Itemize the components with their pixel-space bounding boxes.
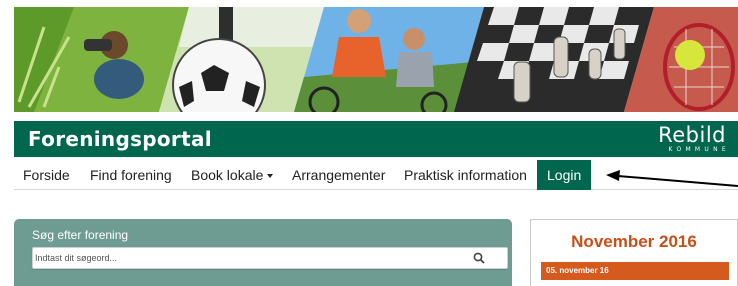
caret-down-icon bbox=[267, 174, 274, 179]
logo-subtitle: KOMMUNE bbox=[668, 146, 730, 153]
search-icon[interactable] bbox=[473, 252, 485, 264]
nav-item-label: Login bbox=[547, 167, 582, 183]
nav-item-label: Forside bbox=[23, 167, 70, 183]
nav-item-book-lokale[interactable]: Book lokale bbox=[191, 160, 274, 190]
nav-item-arrangementer[interactable]: Arrangementer bbox=[292, 160, 385, 190]
nav-item-label: Find forening bbox=[90, 167, 172, 183]
site-header: Foreningsportal Rebild KOMMUNE bbox=[14, 121, 738, 157]
calendar-month: November 2016 bbox=[571, 232, 697, 251]
annotation-arrow bbox=[606, 170, 738, 187]
banner-image bbox=[14, 7, 738, 112]
rebild-logo[interactable]: Rebild KOMMUNE bbox=[658, 124, 726, 153]
nav-item-find-forening[interactable]: Find forening bbox=[90, 160, 172, 190]
banner-panel-binoculars bbox=[14, 7, 189, 112]
calendar-widget: November 2016 05. november 16 bbox=[530, 219, 738, 286]
banner-panel-cyclists bbox=[294, 7, 484, 112]
nav-item-login[interactable]: Login bbox=[537, 160, 592, 190]
search-panel: Søg efter forening bbox=[14, 219, 512, 286]
logo-name: Rebild bbox=[658, 123, 726, 147]
nav-item-forside[interactable]: Forside bbox=[23, 160, 70, 190]
search-box[interactable] bbox=[32, 247, 508, 269]
nav-item-praktisk-information[interactable]: Praktisk information bbox=[404, 160, 527, 190]
search-label: Søg efter forening bbox=[32, 228, 129, 242]
calendar-date-item[interactable]: 05. november 16 bbox=[541, 262, 729, 280]
banner-panel-chess bbox=[454, 7, 654, 112]
nav-item-label: Praktisk information bbox=[404, 167, 527, 183]
portal-title[interactable]: Foreningsportal bbox=[28, 127, 212, 151]
search-input[interactable] bbox=[35, 248, 455, 268]
nav-item-label: Book lokale bbox=[191, 167, 264, 183]
nav-item-label: Arrangementer bbox=[292, 167, 386, 183]
